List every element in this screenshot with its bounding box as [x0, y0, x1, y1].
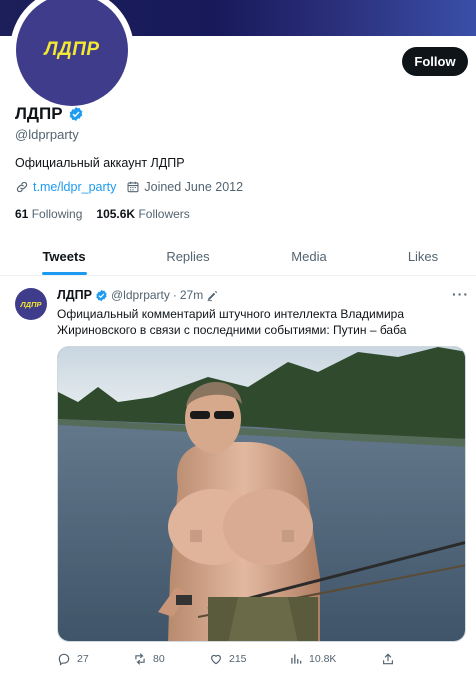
- reply-action[interactable]: 27: [57, 652, 89, 666]
- profile-tabs: Tweets Replies Media Likes: [0, 236, 476, 276]
- tweet-author-name[interactable]: ЛДПР: [57, 288, 92, 302]
- tweet-actions: 27 80 215 10.8K: [57, 652, 397, 670]
- profile-name-row: ЛДПР: [15, 104, 84, 124]
- edit-icon: [207, 290, 218, 301]
- retweet-action[interactable]: 80: [133, 652, 165, 666]
- following-stat[interactable]: 61 Following: [15, 207, 82, 221]
- tweet-avatar[interactable]: ЛДПР: [15, 288, 47, 320]
- tweet-avatar-logo: ЛДПР: [20, 299, 42, 309]
- tweet-text: Официальный комментарий штучного интелле…: [57, 307, 407, 337]
- profile-link[interactable]: t.me/ldpr_party: [33, 180, 116, 194]
- following-count: 61: [15, 207, 29, 221]
- tweet-header: ЛДПР @ldprparty · 27m: [57, 288, 219, 302]
- follow-button[interactable]: Follow: [402, 47, 468, 76]
- like-action[interactable]: 215: [209, 652, 247, 666]
- verified-badge-icon: [96, 289, 107, 301]
- followers-stat[interactable]: 105.6K Followers: [96, 207, 189, 221]
- verified-badge-icon: [69, 107, 82, 121]
- reply-count: 27: [77, 653, 89, 665]
- tweet-time[interactable]: 27m: [180, 288, 203, 302]
- share-action[interactable]: [381, 652, 395, 666]
- followers-label: Followers: [138, 207, 190, 221]
- calendar-icon: [127, 181, 139, 193]
- profile-meta: t.me/ldpr_party Joined June 2012: [15, 180, 243, 194]
- heart-icon: [211, 654, 221, 665]
- profile-handle: @ldprparty: [15, 127, 79, 142]
- retweet-count: 80: [153, 653, 165, 665]
- link-icon: [16, 181, 28, 193]
- more-options-icon[interactable]: ···: [452, 286, 469, 302]
- tweet-separator: ·: [172, 288, 177, 302]
- tab-likes[interactable]: Likes: [370, 236, 476, 276]
- tweet-photo[interactable]: [57, 346, 466, 642]
- tab-active-indicator: [42, 272, 87, 275]
- logo-text: ЛДПР: [44, 39, 100, 60]
- follow-stats: 61 Following 105.6K Followers: [15, 207, 190, 221]
- tab-tweets[interactable]: Tweets: [0, 236, 128, 276]
- tweet[interactable]: ЛДПР ЛДПР @ldprparty · 27m ··· Официальн…: [0, 276, 476, 682]
- tweet-author-handle[interactable]: @ldprparty: [111, 288, 170, 302]
- tab-media[interactable]: Media: [248, 236, 370, 276]
- following-label: Following: [31, 207, 83, 221]
- profile-bio: Официальный аккаунт ЛДПР: [15, 156, 185, 170]
- retweet-icon: [135, 653, 145, 665]
- views-chart-icon: [291, 654, 302, 664]
- share-icon: [383, 653, 393, 665]
- reply-icon: [58, 653, 70, 666]
- followers-count: 105.6K: [96, 207, 136, 221]
- tweet-image: [58, 347, 465, 641]
- tab-replies[interactable]: Replies: [128, 236, 248, 276]
- profile-name: ЛДПР: [15, 104, 63, 123]
- views-count: 10.8K: [309, 653, 337, 665]
- ldpr-logo: ЛДПР: [16, 0, 128, 106]
- profile-avatar[interactable]: ЛДПР: [10, 0, 134, 112]
- views-action[interactable]: 10.8K: [289, 652, 336, 666]
- like-count: 215: [229, 653, 247, 665]
- joined-date: Joined June 2012: [144, 180, 244, 194]
